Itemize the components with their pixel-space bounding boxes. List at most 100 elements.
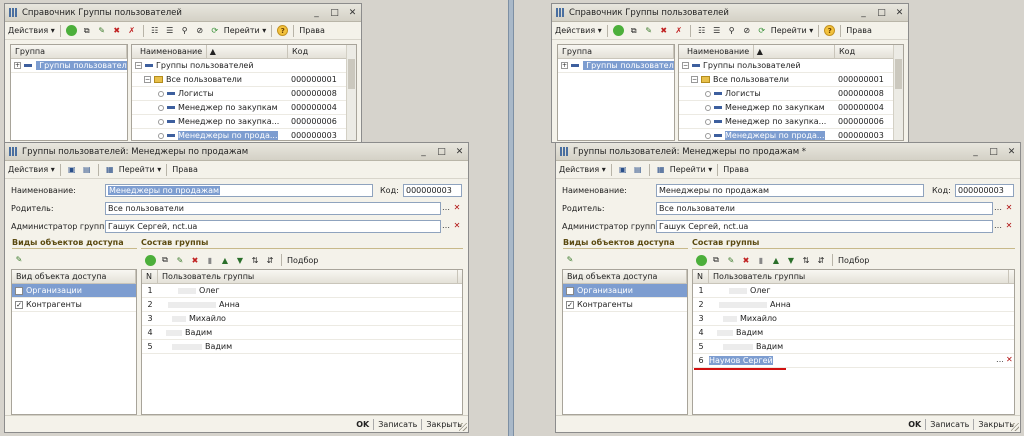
access-row-contractors[interactable]: ✓ Контрагенты <box>563 298 687 312</box>
copy-icon[interactable]: ⧉ <box>81 25 93 37</box>
name-field[interactable]: Менеджеры по продажам <box>105 184 373 197</box>
maximize-button[interactable]: □ <box>437 147 446 157</box>
list-item[interactable]: Менеджер по закупкам 000000004 <box>132 101 356 115</box>
close-button[interactable]: ✕ <box>348 8 357 18</box>
goto-icon[interactable]: ▦ <box>655 164 667 176</box>
table-row[interactable]: 1 Олег <box>142 284 462 298</box>
goto-menu[interactable]: Перейти ▾ <box>670 165 713 174</box>
list-item[interactable]: Менеджер по закупка... 000000006 <box>679 115 903 129</box>
sort-asc-icon[interactable]: ⇅ <box>249 254 261 266</box>
minimize-button[interactable]: _ <box>971 147 980 157</box>
table-row[interactable]: 5 Вадим <box>142 340 462 354</box>
rights-button[interactable]: Права <box>846 26 872 35</box>
name-column-header[interactable]: Наименование ▲ <box>132 45 288 58</box>
parent-field[interactable]: Все пользователи <box>656 202 993 215</box>
maximize-button[interactable]: □ <box>330 8 339 18</box>
list-item[interactable]: Менеджеры по прода... 000000003 <box>679 129 903 140</box>
rights-button[interactable]: Права <box>299 26 325 35</box>
resize-grip[interactable] <box>1011 423 1019 431</box>
actions-menu[interactable]: Действия ▾ <box>559 165 606 174</box>
code-field[interactable]: 000000003 <box>955 184 1014 197</box>
add-member-icon[interactable] <box>144 254 156 266</box>
code-column-header[interactable]: Код <box>835 45 895 58</box>
list-icon[interactable]: ☰ <box>164 25 176 37</box>
list-item[interactable]: − Все пользователи 000000001 <box>132 73 356 87</box>
edit-access-icon[interactable]: ✎ <box>564 253 576 265</box>
goto-menu[interactable]: Перейти ▾ <box>224 26 267 35</box>
hierarchy-icon[interactable]: ☷ <box>696 25 708 37</box>
clear-filter-icon[interactable]: ⊘ <box>194 25 206 37</box>
edit-icon[interactable]: ✎ <box>643 25 655 37</box>
rights-button[interactable]: Права <box>723 165 749 174</box>
edit-access-icon[interactable]: ✎ <box>13 253 25 265</box>
save-close-icon[interactable]: ▤ <box>632 164 644 176</box>
clear-parent-button[interactable]: ✕ <box>1004 202 1014 215</box>
list-item[interactable]: Менеджер по закупка... 000000006 <box>132 115 356 129</box>
delete-mark-icon[interactable]: ✗ <box>673 25 685 37</box>
admin-field[interactable]: Гашук Сергей, nct.ua <box>656 220 993 233</box>
add-icon[interactable] <box>613 25 625 37</box>
clear-admin-button[interactable]: ✕ <box>452 220 462 233</box>
goto-menu[interactable]: Перейти ▾ <box>771 26 814 35</box>
vertical-scrollbar[interactable] <box>346 45 356 140</box>
vertical-scrollbar[interactable] <box>893 45 903 140</box>
minimize-button[interactable]: _ <box>859 8 868 18</box>
select-parent-button[interactable]: … <box>993 202 1003 215</box>
checkbox-organizations[interactable] <box>15 286 23 295</box>
edit-icon[interactable]: ✎ <box>96 25 108 37</box>
move-up-icon[interactable]: ▲ <box>770 254 782 266</box>
maximize-button[interactable]: □ <box>877 8 886 18</box>
access-row-contractors[interactable]: ✓ Контрагенты <box>12 298 136 312</box>
delete-icon[interactable]: ✖ <box>658 25 670 37</box>
copy-member-icon[interactable]: ⧉ <box>710 254 722 266</box>
close-form-button[interactable]: Закрыть <box>426 420 462 429</box>
copy-member-icon[interactable]: ⧉ <box>159 254 171 266</box>
access-row-organizations[interactable]: Организации <box>563 284 687 298</box>
close-form-button[interactable]: Закрыть <box>978 420 1014 429</box>
save-button[interactable]: Записать <box>930 420 969 429</box>
list-item[interactable]: Логисты 000000008 <box>679 87 903 101</box>
clear-parent-button[interactable]: ✕ <box>452 202 462 215</box>
list-item[interactable]: − Группы пользователей <box>679 59 903 73</box>
sort-desc-icon[interactable]: ⇵ <box>815 254 827 266</box>
table-row[interactable]: 3 Михайло <box>693 312 1014 326</box>
minimize-button[interactable]: _ <box>419 147 428 157</box>
close-button[interactable]: ✕ <box>1007 147 1016 157</box>
clear-user-button[interactable]: ✕ <box>1003 354 1013 367</box>
filter-icon[interactable]: ⚲ <box>179 25 191 37</box>
close-button[interactable]: ✕ <box>455 147 464 157</box>
goto-icon[interactable]: ▦ <box>104 164 116 176</box>
select-admin-button[interactable]: … <box>441 220 451 233</box>
filter-icon[interactable]: ⚲ <box>726 25 738 37</box>
save-button[interactable]: Записать <box>378 420 417 429</box>
end-edit-icon[interactable]: ▮ <box>204 254 216 266</box>
select-user-button[interactable]: … <box>993 354 1003 367</box>
access-row-organizations[interactable]: Организации <box>12 284 136 298</box>
delete-mark-icon[interactable]: ✗ <box>126 25 138 37</box>
tree-root-row[interactable]: + Группы пользователе <box>558 59 674 73</box>
name-column-header[interactable]: Наименование ▲ <box>679 45 835 58</box>
table-row[interactable]: 2 Анна <box>142 298 462 312</box>
refresh-icon[interactable]: ⟳ <box>756 25 768 37</box>
code-field[interactable]: 000000003 <box>403 184 462 197</box>
actions-menu[interactable]: Действия ▾ <box>555 26 602 35</box>
clear-admin-button[interactable]: ✕ <box>1004 220 1014 233</box>
new-member-value[interactable]: Наумов Сергей <box>709 356 773 365</box>
select-admin-button[interactable]: … <box>993 220 1003 233</box>
list-icon[interactable]: ☰ <box>711 25 723 37</box>
minimize-button[interactable]: _ <box>312 8 321 18</box>
save-icon[interactable]: ▣ <box>617 164 629 176</box>
sort-desc-icon[interactable]: ⇵ <box>264 254 276 266</box>
table-row[interactable]: 4 Вадим <box>142 326 462 340</box>
parent-field[interactable]: Все пользователи <box>105 202 441 215</box>
maximize-button[interactable]: □ <box>989 147 998 157</box>
table-row[interactable]: 5 Вадим <box>693 340 1014 354</box>
list-item[interactable]: Менеджер по закупкам 000000004 <box>679 101 903 115</box>
list-item[interactable]: Менеджеры по прода... 000000003 <box>132 129 356 140</box>
code-column-header[interactable]: Код <box>288 45 348 58</box>
admin-field[interactable]: Гашук Сергей, nct.ua <box>105 220 441 233</box>
edit-member-icon[interactable]: ✎ <box>725 254 737 266</box>
tree-root-row[interactable]: + Группы пользователе <box>11 59 127 73</box>
pick-button[interactable]: Подбор <box>838 256 869 265</box>
list-item[interactable]: − Все пользователи 000000001 <box>679 73 903 87</box>
